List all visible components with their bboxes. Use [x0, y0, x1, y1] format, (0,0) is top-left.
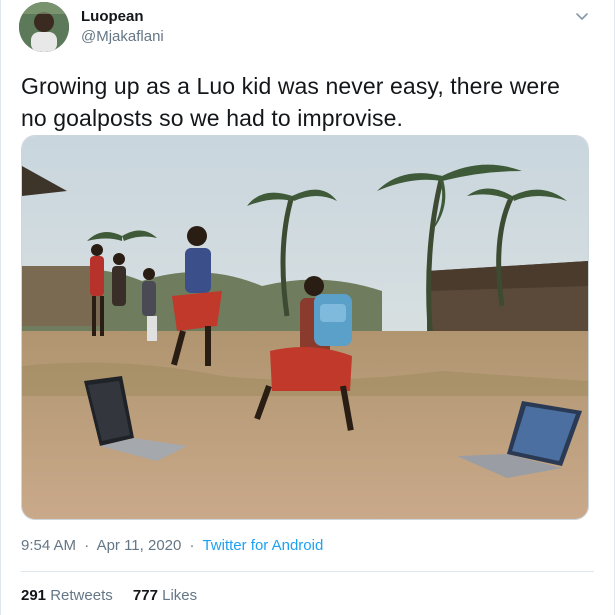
tweet-text: Growing up as a Luo kid was never easy, …	[21, 73, 560, 131]
tweet-source-link[interactable]: Twitter for Android	[202, 537, 323, 554]
avatar[interactable]	[19, 2, 69, 52]
likes-count: 777	[132, 587, 158, 604]
photo-kids-playing-football	[22, 136, 588, 519]
tweet-date[interactable]: Apr 11, 2020	[97, 537, 182, 554]
meta-separator: ·	[84, 537, 90, 554]
avatar-image	[19, 2, 69, 52]
likes-label: Likes	[162, 587, 198, 604]
author-handle[interactable]: @Mjakaflani	[81, 28, 164, 45]
tweet-stats: 291 Retweets 777 Likes	[21, 587, 213, 604]
retweets-count: 291	[21, 587, 47, 604]
tweet-card: Luopean @Mjakaflani Growing up as a Luo …	[0, 0, 615, 615]
retweets-stat[interactable]: 291 Retweets	[21, 587, 113, 604]
tweet-time[interactable]: 9:54 AM	[21, 537, 76, 554]
likes-stat[interactable]: 777 Likes	[133, 587, 197, 604]
tweet-photo[interactable]	[21, 135, 589, 520]
chevron-down-icon[interactable]	[572, 6, 592, 26]
divider	[21, 571, 594, 572]
retweets-label: Retweets	[50, 587, 113, 604]
meta-separator: ·	[189, 537, 195, 554]
tweet-meta: 9:54 AM · Apr 11, 2020 · Twitter for And…	[21, 537, 323, 554]
author-name[interactable]: Luopean	[81, 8, 144, 25]
